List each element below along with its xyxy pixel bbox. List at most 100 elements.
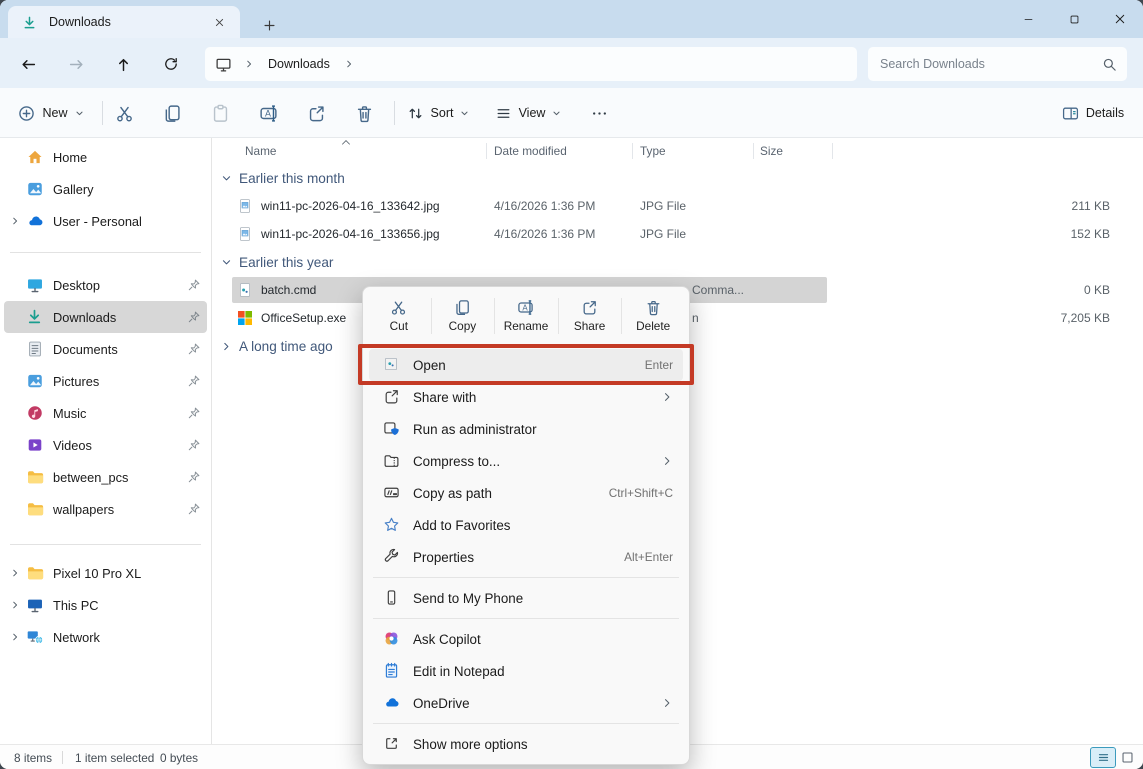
- share-button[interactable]: [296, 95, 336, 131]
- folder-icon: [26, 468, 44, 486]
- copy-icon: [454, 299, 471, 316]
- sidebar-item-user-personal[interactable]: User - Personal: [4, 205, 207, 237]
- share-menu-button[interactable]: Share: [558, 291, 622, 341]
- sidebar-item-downloads[interactable]: Downloads: [4, 301, 207, 333]
- search-box[interactable]: [868, 47, 1127, 81]
- rename-icon: A: [259, 104, 278, 123]
- menu-item-onedrive[interactable]: OneDrive: [369, 687, 683, 719]
- rename-menu-button[interactable]: A Rename: [494, 291, 558, 341]
- address-bar[interactable]: Downloads: [205, 47, 857, 81]
- tab-close-icon[interactable]: [208, 11, 230, 33]
- maximize-icon[interactable]: [1051, 0, 1097, 38]
- pin-icon[interactable]: [187, 438, 201, 452]
- sort-button[interactable]: Sort: [400, 95, 476, 131]
- up-icon[interactable]: [107, 51, 139, 77]
- chevron-right-icon[interactable]: [4, 216, 26, 226]
- new-tab-button[interactable]: [256, 12, 282, 38]
- menu-item-ask-copilot[interactable]: Ask Copilot: [369, 623, 683, 655]
- search-icon[interactable]: [1102, 57, 1117, 72]
- details-view-toggle[interactable]: [1090, 747, 1116, 768]
- column-type[interactable]: Type: [640, 144, 666, 158]
- column-name[interactable]: Name: [245, 144, 276, 158]
- thumbnail-view-toggle[interactable]: [1114, 747, 1140, 768]
- column-date-modified[interactable]: Date modified: [494, 144, 567, 158]
- close-icon[interactable]: [1097, 0, 1143, 38]
- sidebar-item-documents[interactable]: Documents: [4, 333, 207, 365]
- sidebar-item-home[interactable]: Home: [4, 141, 207, 173]
- menu-item-add-to-favorites[interactable]: Add to Favorites: [369, 509, 683, 541]
- menu-item-compress-to[interactable]: Compress to...: [369, 445, 683, 477]
- breadcrumb-downloads[interactable]: Downloads: [262, 57, 336, 71]
- sidebar-item-this-pc[interactable]: This PC: [4, 589, 207, 621]
- context-menu-quick-actions: Cut Copy A Rename Share Delete: [367, 291, 685, 341]
- delete-menu-button[interactable]: Delete: [621, 291, 685, 341]
- pictures-icon: [26, 372, 44, 390]
- sidebar-item-music[interactable]: Music: [4, 397, 207, 429]
- menu-item-properties[interactable]: Properties Alt+Enter: [369, 541, 683, 573]
- refresh-icon[interactable]: [155, 51, 187, 77]
- type-text-partial: n: [692, 311, 699, 325]
- delete-button[interactable]: [344, 95, 384, 131]
- music-icon: [26, 404, 44, 422]
- file-row-jpg-1[interactable]: win11-pc-2026-04-16_133642.jpg 4/16/2026…: [213, 192, 1143, 220]
- pin-icon[interactable]: [187, 342, 201, 356]
- cut-menu-button[interactable]: Cut: [367, 291, 431, 341]
- chevron-right-icon[interactable]: [4, 568, 26, 578]
- menu-item-run-as-administrator[interactable]: Run as administrator: [369, 413, 683, 445]
- chevron-right-icon: [661, 391, 673, 403]
- chevron-down-icon: [221, 257, 232, 268]
- explorer-tab-downloads[interactable]: Downloads: [8, 6, 240, 38]
- sidebar-item-wallpapers[interactable]: wallpapers: [4, 493, 207, 525]
- menu-item-edit-in-notepad[interactable]: Edit in Notepad: [369, 655, 683, 687]
- back-icon[interactable]: [12, 51, 44, 77]
- sidebar-item-pixel-10-pro-xl[interactable]: Pixel 10 Pro XL: [4, 557, 207, 589]
- sidebar-item-network[interactable]: Network: [4, 621, 207, 653]
- minimize-icon[interactable]: [1005, 0, 1051, 38]
- context-menu: Cut Copy A Rename Share Delete Open Ente: [362, 286, 690, 765]
- column-size[interactable]: Size: [760, 144, 783, 158]
- menu-item-show-more-options[interactable]: Show more options: [369, 728, 683, 760]
- menu-item-copy-as-path[interactable]: Copy as path Ctrl+Shift+C: [369, 477, 683, 509]
- sidebar-item-videos[interactable]: Videos: [4, 429, 207, 461]
- sidebar-item-between-pcs[interactable]: between_pcs: [4, 461, 207, 493]
- copy-button[interactable]: [152, 95, 192, 131]
- pin-icon[interactable]: [187, 502, 201, 516]
- group-header-earlier-this-year[interactable]: Earlier this year: [213, 248, 1143, 276]
- menu-separator: [373, 577, 679, 578]
- sidebar-item-pictures[interactable]: Pictures: [4, 365, 207, 397]
- sort-ascending-icon: [341, 139, 351, 146]
- pin-icon[interactable]: [187, 470, 201, 484]
- details-button[interactable]: Details: [1055, 95, 1131, 131]
- file-row-jpg-2[interactable]: win11-pc-2026-04-16_133656.jpg 4/16/2026…: [213, 220, 1143, 248]
- rename-button[interactable]: A: [248, 95, 288, 131]
- selection-size: 0 bytes: [160, 751, 198, 765]
- view-button-label: View: [519, 106, 546, 120]
- chevron-right-icon[interactable]: [344, 59, 354, 69]
- sidebar-item-gallery[interactable]: Gallery: [4, 173, 207, 205]
- jpg-file-icon: [237, 226, 253, 242]
- view-button[interactable]: View: [488, 95, 568, 131]
- menu-item-send-to-my-phone[interactable]: Send to My Phone: [369, 582, 683, 614]
- pin-icon[interactable]: [187, 406, 201, 420]
- pin-icon[interactable]: [187, 310, 201, 324]
- sidebar-item-desktop[interactable]: Desktop: [4, 269, 207, 301]
- chevron-right-icon[interactable]: [244, 59, 254, 69]
- search-input[interactable]: [880, 57, 1102, 71]
- chevron-right-icon[interactable]: [4, 632, 26, 642]
- paste-button[interactable]: [200, 95, 240, 131]
- share-icon: [383, 388, 401, 406]
- menu-item-share-with[interactable]: Share with: [369, 381, 683, 413]
- cut-button[interactable]: [104, 95, 144, 131]
- forward-icon[interactable]: [60, 51, 92, 77]
- copy-menu-button[interactable]: Copy: [431, 291, 495, 341]
- pin-icon[interactable]: [187, 278, 201, 292]
- group-header-earlier-this-month[interactable]: Earlier this month: [213, 164, 1143, 192]
- pin-icon[interactable]: [187, 374, 201, 388]
- network-icon: [26, 628, 44, 646]
- menu-item-open[interactable]: Open Enter: [369, 349, 683, 381]
- more-options-button[interactable]: [580, 95, 618, 131]
- navigation-bar: Downloads: [0, 38, 1143, 88]
- sidebar-separator: [10, 544, 201, 545]
- new-button[interactable]: New: [14, 95, 88, 131]
- chevron-right-icon[interactable]: [4, 600, 26, 610]
